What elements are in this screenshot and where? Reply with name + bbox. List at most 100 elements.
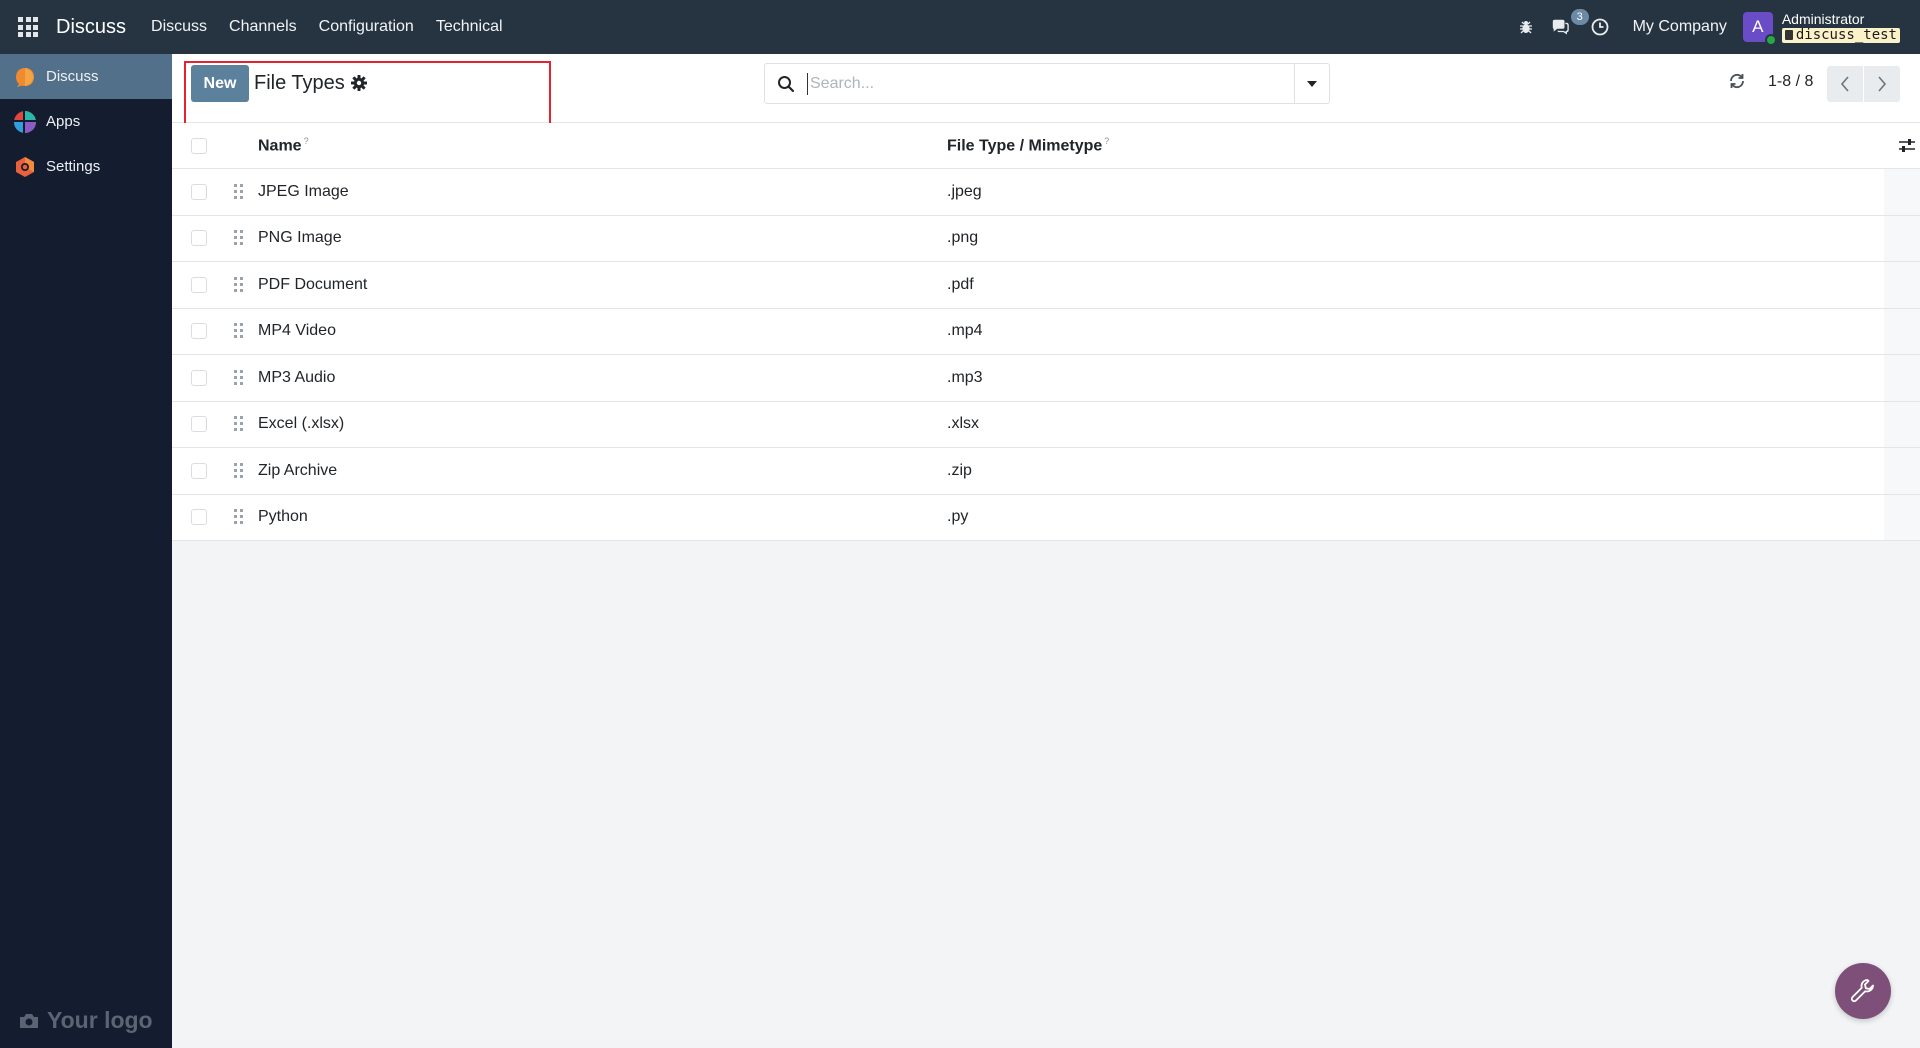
drag-handle-icon[interactable] [234,509,244,525]
column-type-label: File Type / Mimetype [947,137,1103,155]
app-menu-icon[interactable] [18,17,38,37]
table-row[interactable]: Python .py [172,494,1920,541]
help-tooltip-icon[interactable]: ? [1104,136,1109,146]
row-end-cell [1884,448,1920,494]
database-icon [1784,30,1793,40]
cell-file-type: .mp3 [947,368,983,386]
row-end-cell [1884,169,1920,215]
menu-item-configuration[interactable]: Configuration [308,18,425,36]
menu-item-channels[interactable]: Channels [218,18,308,36]
refresh-icon[interactable] [1728,72,1746,90]
discuss-icon [16,67,34,87]
pager-previous-button[interactable] [1827,66,1863,102]
cell-file-type: .png [947,229,979,247]
company-switcher[interactable]: My Company [1633,18,1727,36]
optional-columns-icon[interactable] [1898,138,1916,154]
pager-next-button[interactable] [1864,66,1900,102]
row-end-cell [1884,401,1920,447]
cell-file-type: .pdf [947,275,974,293]
drag-handle-icon[interactable] [234,323,244,339]
user-name: Administrator [1781,10,1865,27]
drag-handle-icon[interactable] [234,462,244,479]
sidebar-item-discuss[interactable]: Discuss [0,54,172,99]
column-header-file-type[interactable]: File Type / Mimetype? [947,136,1109,155]
column-name-label: Name [258,137,302,155]
page-title[interactable]: File Types [254,72,345,95]
menu-item-discuss[interactable]: Discuss [140,18,218,36]
row-checkbox[interactable] [191,323,207,340]
table-row[interactable]: JPEG Image .jpeg [172,169,1920,216]
table-row[interactable]: MP3 Audio .mp3 [172,355,1920,402]
cell-file-type: .mp4 [947,322,983,340]
table-row[interactable]: PDF Document .pdf [172,262,1920,309]
systray: 3 My Company A Administrator discuss_tes… [1517,0,1920,54]
new-button[interactable]: New [191,65,249,102]
chevron-left-icon [1840,76,1849,92]
row-checkbox[interactable] [191,183,207,200]
search-icon [778,75,795,92]
messages-icon[interactable]: 3 [1551,9,1589,36]
table-row[interactable]: Zip Archive .zip [172,448,1920,495]
gear-icon[interactable] [350,74,368,92]
messages-count-badge: 3 [1570,9,1589,25]
row-checkbox[interactable] [191,276,207,293]
cell-file-type: .zip [947,461,972,479]
table-row[interactable]: MP4 Video .mp4 [172,308,1920,355]
chevron-right-icon [1878,76,1887,92]
drag-handle-icon[interactable] [234,276,244,293]
cell-name: PNG Image [258,229,342,247]
cell-name: Zip Archive [258,461,338,479]
drag-handle-icon[interactable] [234,369,244,386]
menu-item-technical[interactable]: Technical [425,18,514,36]
avatar-letter: A [1752,17,1764,36]
row-checkbox[interactable] [191,230,207,247]
sidebar: Discuss Apps Settings Your logo [0,54,172,1048]
row-checkbox[interactable] [191,509,207,526]
row-end-cell [1884,355,1920,401]
control-panel: New File Types 1-8 / 8 [172,54,1920,128]
debug-bug-icon[interactable] [1517,18,1535,36]
user-menu[interactable]: Administrator discuss_test [1781,10,1900,43]
drag-handle-icon[interactable] [234,183,244,200]
cell-name: PDF Document [258,275,368,293]
cell-name: Python [258,508,308,526]
table-row[interactable]: Excel (.xlsx) .xlsx [172,401,1920,448]
company-logo: Your logo [19,1007,153,1034]
file-types-table: Name? File Type / Mimetype? JPEG Image .… [172,123,1920,541]
sidebar-item-settings[interactable]: Settings [0,144,172,189]
row-checkbox[interactable] [191,369,207,386]
database-name: discuss_test [1795,26,1897,43]
wrench-icon [1850,979,1874,1003]
cell-file-type: .xlsx [947,415,979,433]
search-input[interactable] [807,72,1287,95]
table-header: Name? File Type / Mimetype? [172,123,1920,169]
app-brand[interactable]: Discuss [56,16,126,39]
user-avatar[interactable]: A [1742,12,1777,46]
apps-icon [13,109,37,134]
column-header-name[interactable]: Name? [258,136,309,155]
help-tooltip-icon[interactable]: ? [304,136,309,146]
cell-name: MP3 Audio [258,368,336,386]
select-all-checkbox[interactable] [191,137,207,154]
table-row[interactable]: PNG Image .png [172,215,1920,262]
settings-icon [16,156,34,177]
row-end-cell [1884,308,1920,354]
cell-name: MP4 Video [258,322,336,340]
online-status-icon [1764,34,1777,46]
cell-file-type: .jpeg [947,182,982,200]
drag-handle-icon[interactable] [234,230,244,246]
search-options-toggle[interactable] [1294,64,1329,103]
row-checkbox[interactable] [191,462,207,479]
sidebar-item-label: Apps [46,113,81,130]
studio-fab-button[interactable] [1835,963,1891,1019]
cell-file-type: .py [947,508,969,526]
sidebar-item-apps[interactable]: Apps [0,99,172,144]
drag-handle-icon[interactable] [234,416,244,432]
pager-value[interactable]: 1-8 / 8 [1768,73,1813,91]
sidebar-item-label: Settings [46,158,101,175]
camera-icon [20,1013,38,1028]
row-checkbox[interactable] [191,416,207,433]
search-bar [764,63,1330,104]
activity-clock-icon[interactable] [1591,18,1609,36]
logo-text: Your logo [47,1007,153,1033]
